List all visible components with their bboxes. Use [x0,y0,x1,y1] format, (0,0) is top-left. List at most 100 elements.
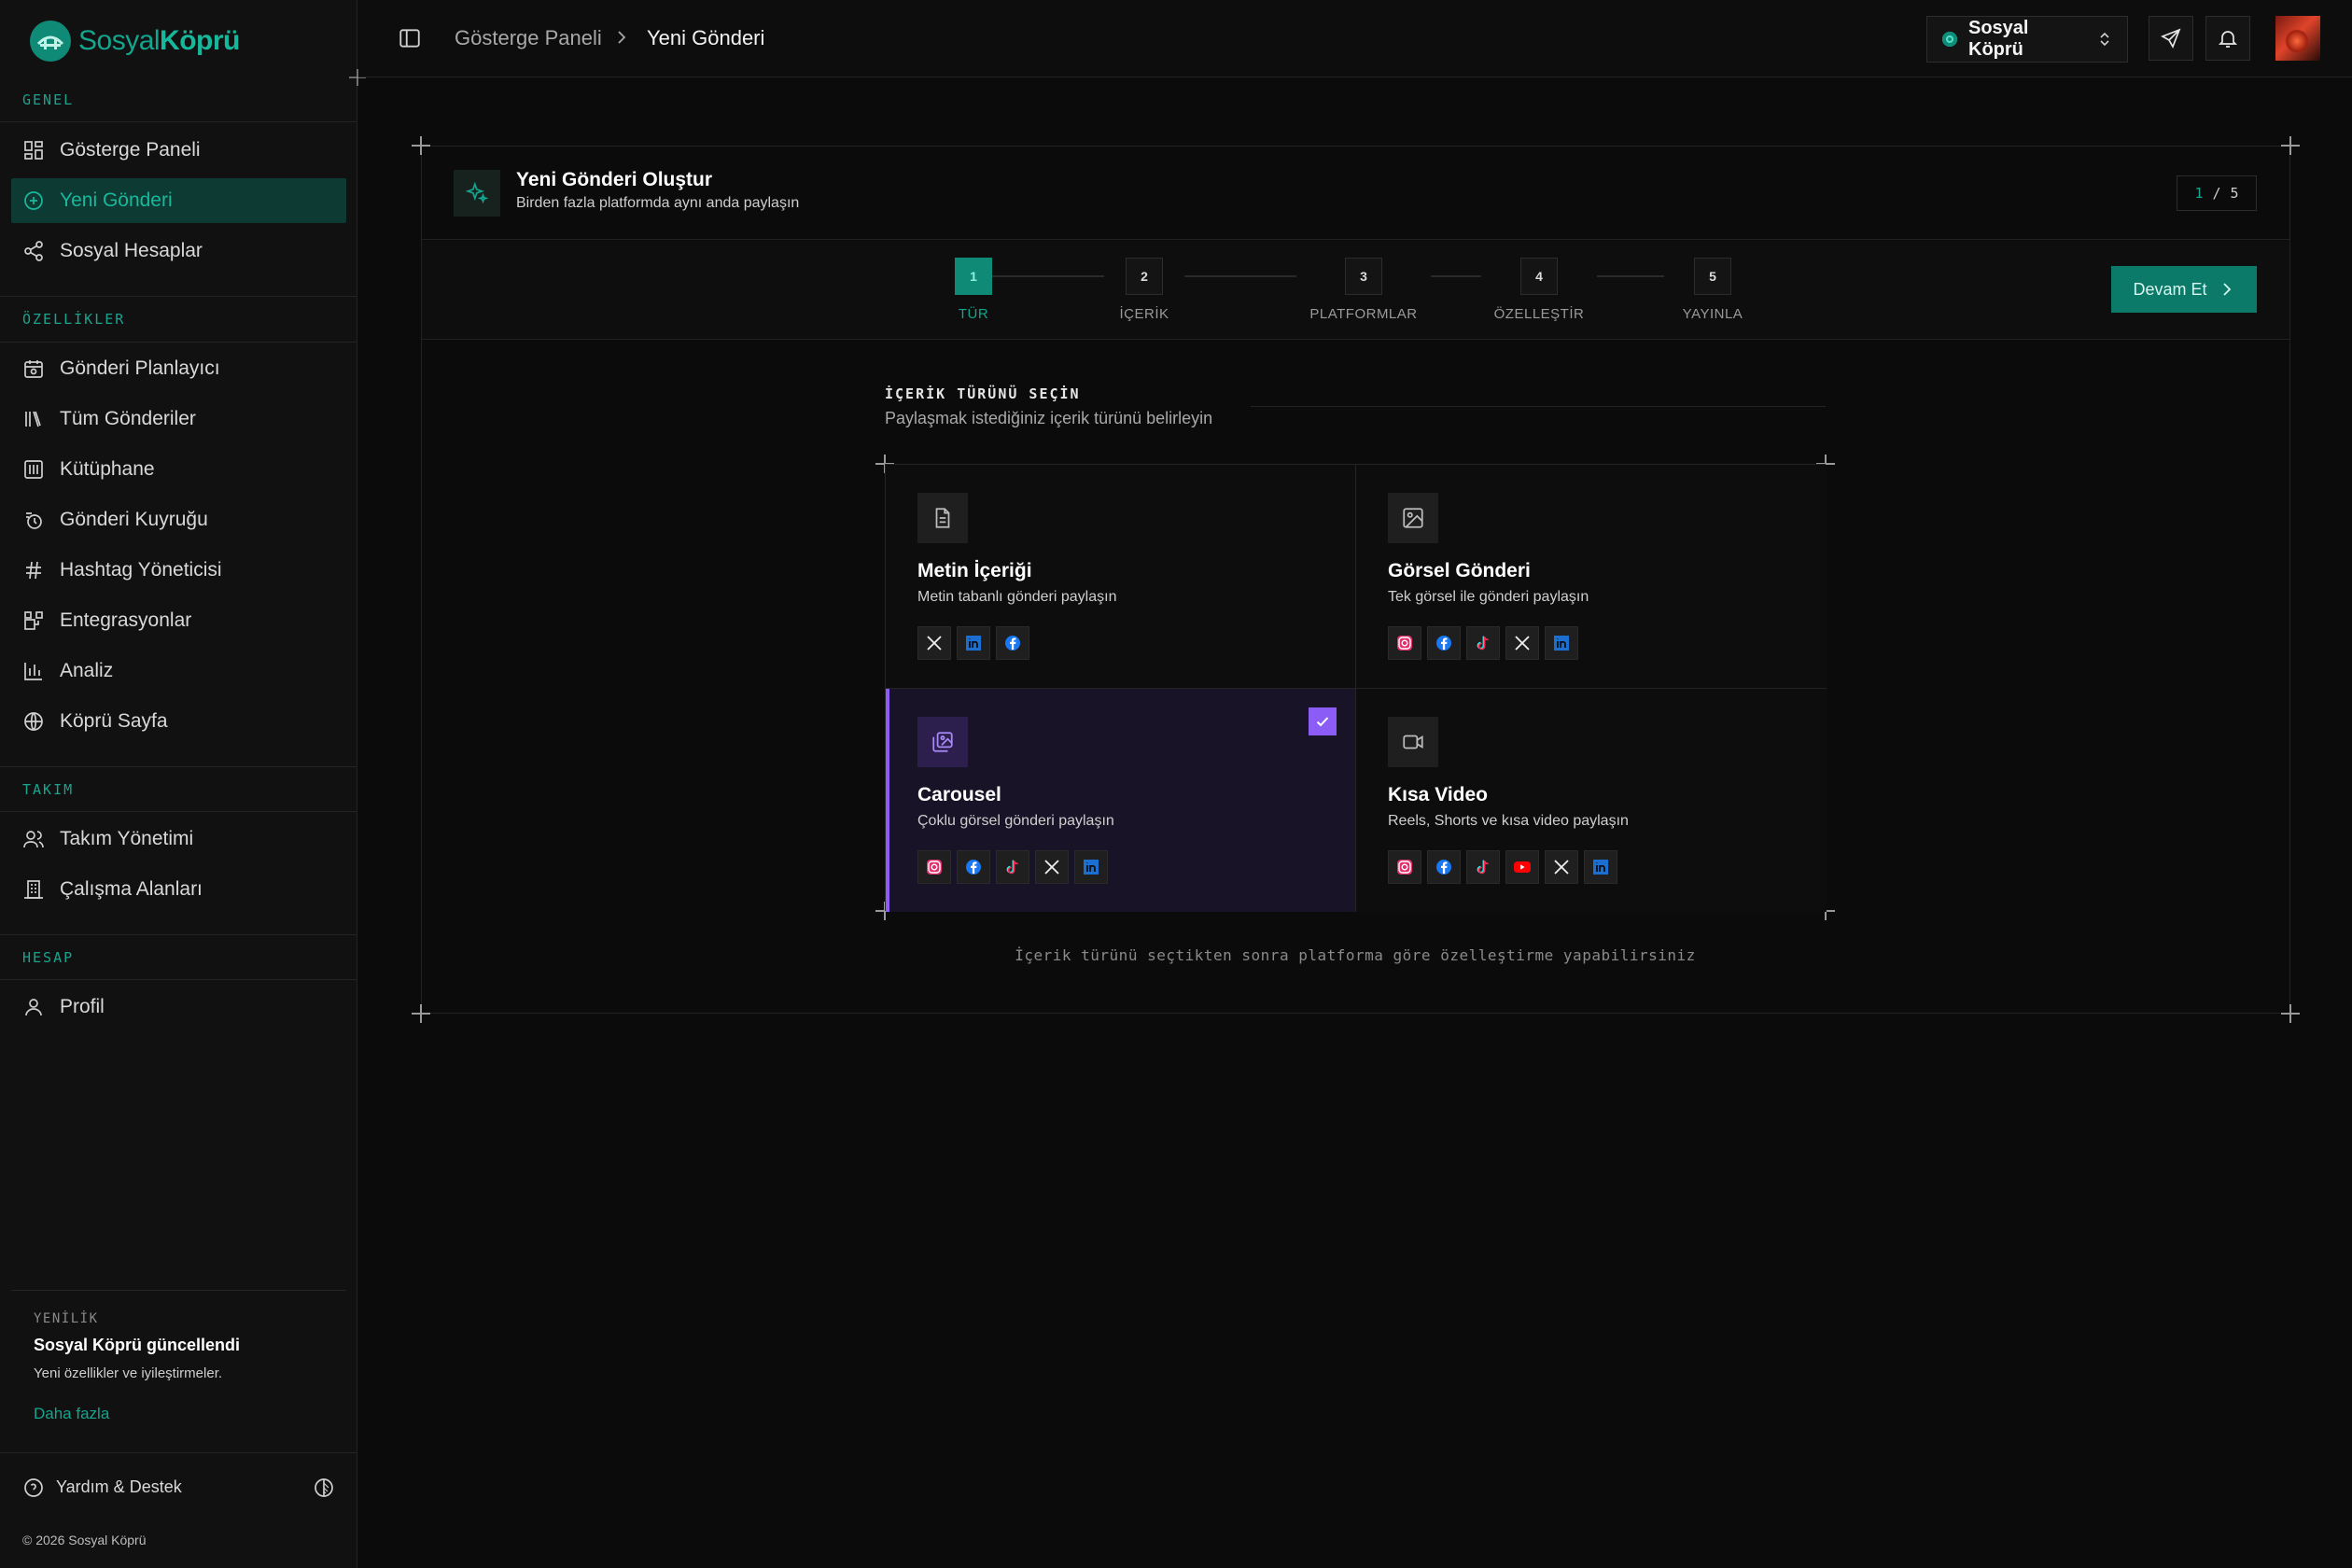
type-option-text[interactable]: Metin İçeriği Metin tabanlı gönderi payl… [886,465,1356,689]
help-circle-icon[interactable] [22,1477,45,1499]
step-number: 4 [1520,258,1558,295]
sidebar-item-team-management[interactable]: Takım Yönetimi [11,817,346,861]
logo-icon [30,21,71,62]
hash-icon [26,561,41,580]
sidebar-item-analytics[interactable]: Analiz [11,649,346,693]
workspace-switcher[interactable]: Sosyal Köprü [1926,16,2128,63]
corner-plus-icon [412,1004,430,1023]
step-current: 1 [2194,185,2204,202]
brand-logo[interactable]: SosyalKöprü [30,19,240,63]
sidebar-item-label: Profil [60,996,105,1017]
sidebar-item-post-planner[interactable]: Gönderi Planlayıcı [11,346,346,391]
sidebar-item-dashboard[interactable]: Gösterge Paneli [11,128,346,173]
sidebar-item-bridge-page[interactable]: Köprü Sayfa [11,699,346,744]
sparkles-icon [454,170,500,217]
send-icon [2161,28,2181,49]
queue-icon [26,512,42,529]
footnote: İçerik türünü seçtikten sonra platforma … [1015,946,1696,964]
step-number: 2 [1126,258,1163,295]
help-row: Yardım & Destek [0,1452,357,1521]
sidebar-item-label: Çalışma Alanları [60,878,203,900]
sidebar-item-label: Tüm Gönderiler [60,408,196,429]
tiktok-icon [1466,850,1500,884]
section-label-features: ÖZELLİKLER [22,311,126,328]
sidebar-item-workspaces[interactable]: Çalışma Alanları [11,867,346,912]
sidebar-item-label: Gösterge Paneli [60,139,201,161]
step-publish[interactable]: 5 YAYINLA [1666,258,1759,322]
type-option-short-video[interactable]: Kısa Video Reels, Shorts ve kısa video p… [1356,689,1827,912]
content-type-grid: Metin İçeriği Metin tabanlı gönderi payl… [885,464,1827,912]
sidebar-item-post-queue[interactable]: Gönderi Kuyruğu [11,497,346,542]
dashboard-icon [24,141,43,160]
share-icon [24,241,43,261]
type-option-image[interactable]: Görsel Gönderi Tek görsel ile gönderi pa… [1356,465,1827,689]
type-option-carousel[interactable]: Carousel Çoklu görsel gönderi paylaşın [886,689,1356,912]
section-divider [0,766,357,767]
sidebar-item-social-accounts[interactable]: Sosyal Hesaplar [11,229,346,273]
tiktok-icon [1466,626,1500,660]
tiktok-icon [996,850,1029,884]
sidebar-item-label: Analiz [60,660,114,681]
user-icon [25,999,42,1016]
chart-icon [24,663,42,680]
bell-icon [2218,31,2238,48]
step-number: 5 [1694,258,1731,295]
continue-button[interactable]: Devam Et [2111,266,2257,313]
news-title: Sosyal Köprü güncellendi [34,1336,241,1354]
workspace-name: Sosyal Köprü [1968,18,2029,60]
sidebar-item-label: Takım Yönetimi [60,828,194,849]
section-divider [0,811,357,812]
youtube-icon [1505,850,1539,884]
section-divider [0,342,357,343]
platform-list [917,626,1029,660]
sidebar-item-hashtag-manager[interactable]: Hashtag Yöneticisi [11,548,346,593]
help-support-link[interactable]: Yardım & Destek [56,1477,313,1497]
step-number: 1 [955,258,992,295]
sidebar-item-library[interactable]: Kütüphane [11,447,346,492]
step-platforms[interactable]: 3 PLATFORMLAR [1298,258,1429,322]
sidebar-item-label: Kütüphane [60,458,155,480]
sidebar-toggle-icon[interactable] [398,26,422,50]
users-icon [23,831,44,848]
selected-check-icon [1309,707,1337,735]
send-button[interactable] [2149,16,2193,61]
avatar[interactable] [2275,16,2320,61]
step-label: İÇERİK [1119,306,1169,322]
integrations-icon [24,611,43,630]
step-content[interactable]: 2 İÇERİK [1107,258,1182,322]
composer-title: Yeni Gönderi Oluştur [516,169,713,190]
sidebar-item-new-post[interactable]: Yeni Gönderi [11,178,346,223]
linkedin-icon [1584,850,1617,884]
sidebar-item-all-posts[interactable]: Tüm Gönderiler [11,397,346,441]
step-total: 5 [2230,185,2239,202]
step-connector [1431,275,1481,277]
workspace-status-icon [1942,32,1957,47]
theme-toggle-icon[interactable] [313,1477,335,1499]
sidebar-item-label: Entegrasyonlar [60,609,192,631]
news-more-link[interactable]: Daha fazla [34,1405,109,1423]
step-label: ÖZELLEŞTİR [1493,306,1585,322]
copyright: © 2026 Sosyal Köprü [22,1533,147,1547]
brand-name: SosyalKöprü [78,25,240,56]
chevron-right-icon [618,31,626,44]
sidebar-item-integrations[interactable]: Entegrasyonlar [11,598,346,643]
section-divider [0,121,357,122]
type-title: Kısa Video [1388,784,1488,805]
library-icon [25,411,41,427]
corner-plus-icon [2281,1004,2300,1023]
step-type[interactable]: 1 TÜR [936,258,1011,322]
news-card: YENİLİK Sosyal Köprü güncellendi Yeni öz… [11,1290,346,1430]
x-icon [1505,626,1539,660]
type-description: Çoklu görsel gönderi paylaşın [917,813,1114,829]
section-divider [0,296,357,297]
sidebar-item-label: Hashtag Yöneticisi [60,559,222,581]
sidebar-item-profile[interactable]: Profil [11,985,346,1029]
composer-subtitle: Birden fazla platformda aynı anda paylaş… [516,195,800,211]
stepper: 1 TÜR 2 İÇERİK 3 PLATFORMLAR 4 ÖZELLEŞTİ… [422,241,2289,340]
platform-list [1388,626,1578,660]
type-heading: İÇERİK TÜRÜNÜ SEÇİN [885,385,1081,402]
sidebar: SosyalKöprü GENEL Gösterge Paneli Yeni G… [0,0,366,1568]
step-customize[interactable]: 4 ÖZELLEŞTİR [1483,258,1595,322]
notifications-button[interactable] [2205,16,2250,61]
breadcrumb-dashboard[interactable]: Gösterge Paneli [455,26,602,50]
